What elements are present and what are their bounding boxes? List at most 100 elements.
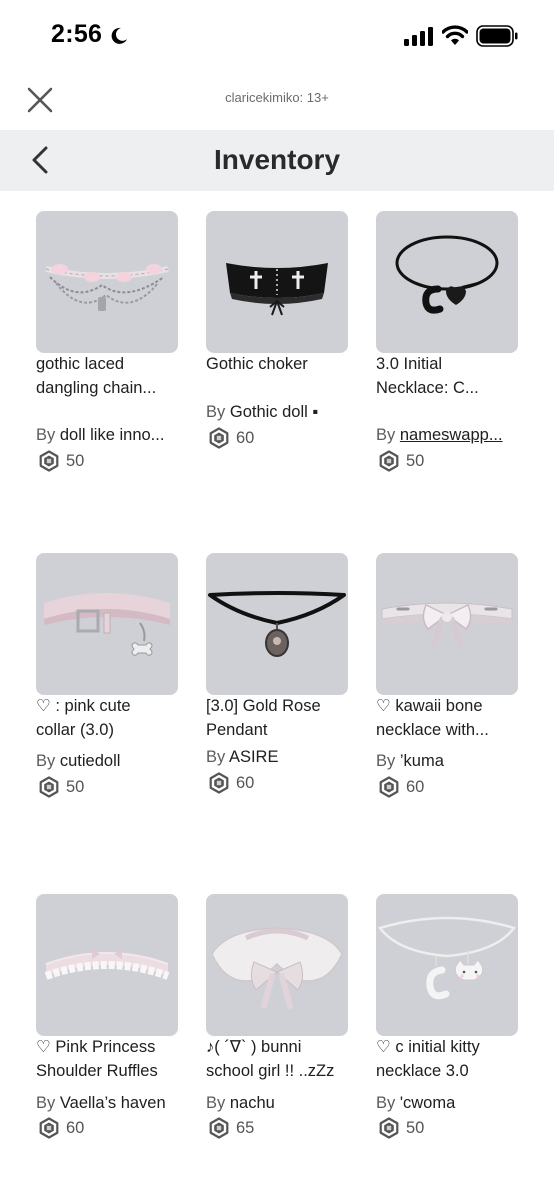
item-price: 60 — [208, 771, 254, 795]
item-name-line: [3.0] Gold Rose — [206, 697, 321, 715]
robux-icon — [209, 1117, 229, 1139]
creator-link[interactable]: Gothic doll ▪ — [230, 403, 318, 421]
status-time: 2:56 — [51, 20, 103, 48]
item-thumbnail[interactable] — [206, 894, 348, 1036]
item-name-line: gothic laced — [36, 355, 125, 373]
item-name-line: ♡ : pink cute — [36, 697, 131, 715]
by-label: By — [376, 426, 396, 444]
moon-icon — [111, 27, 127, 44]
robux-icon — [39, 450, 59, 472]
item-name: ♡ : pink cute collar (3.0) — [36, 694, 206, 742]
price-value: 60 — [66, 1118, 85, 1137]
by-label: By — [376, 752, 396, 770]
gothic-choker-image — [226, 263, 328, 316]
item-name-line: Shoulder Ruffles — [36, 1062, 158, 1080]
top-bar: claricekimiko: 13+ — [0, 70, 554, 130]
robux-icon — [379, 450, 399, 472]
pink-collar-image — [44, 593, 170, 656]
price-value: 50 — [406, 451, 425, 470]
item-name: ♡ kawaii bone necklace with... — [376, 694, 546, 742]
creator-link[interactable]: cutiedoll — [60, 752, 121, 770]
item-name-line: ♪( ´∇` ) bunni — [206, 1038, 302, 1056]
creator-link[interactable]: nachu — [230, 1094, 275, 1112]
by-label: By — [206, 748, 226, 766]
item-creator: By ’kuma — [376, 750, 444, 772]
item-name-line: Necklace: C... — [376, 379, 479, 397]
kitty-necklace-image — [377, 916, 517, 1000]
item-name: ♪( ´∇` ) bunni school girl !! ..zZz — [206, 1035, 376, 1083]
item-name: ♡ c initial kitty necklace 3.0 — [376, 1035, 546, 1083]
account-label: claricekimiko: 13+ — [225, 90, 329, 105]
item-name-line: ♡ c initial kitty — [376, 1038, 480, 1056]
chain-choker-image — [45, 264, 169, 311]
item-thumbnail[interactable] — [36, 553, 178, 695]
item-name-line: Gothic choker — [206, 355, 308, 373]
creator-link[interactable]: doll like inno... — [60, 426, 165, 444]
by-label: By — [206, 1094, 226, 1112]
price-value: 60 — [406, 777, 425, 796]
item-price: 50 — [38, 775, 84, 799]
item-name-line: dangling chain... — [36, 379, 157, 397]
item-price: 65 — [208, 1116, 254, 1140]
item-creator: By ASIRE — [206, 746, 278, 768]
item-name: Gothic choker — [206, 352, 376, 376]
creator-link[interactable]: Vaella’s haven — [60, 1094, 166, 1112]
price-value: 50 — [406, 1118, 425, 1137]
item-name: 3.0 Initial Necklace: C... — [376, 352, 546, 400]
price-value: 60 — [236, 428, 255, 447]
status-bar: 2:56 — [0, 0, 554, 70]
item-price: 60 — [378, 775, 424, 799]
signal-icon — [404, 27, 433, 46]
item-creator: By Gothic doll ▪ — [206, 401, 318, 423]
item-thumbnail[interactable] — [206, 211, 348, 353]
item-name-line: collar (3.0) — [36, 721, 114, 739]
by-label: By — [36, 1094, 56, 1112]
wifi-icon — [442, 25, 468, 45]
by-label: By — [36, 426, 56, 444]
creator-link[interactable]: ’kuma — [400, 752, 444, 770]
by-label: By — [376, 1094, 396, 1112]
item-price: 50 — [378, 449, 424, 473]
page-title: Inventory — [213, 144, 341, 175]
item-price: 60 — [38, 1116, 84, 1140]
bone-necklace-image — [381, 602, 513, 648]
robux-icon — [39, 776, 59, 798]
item-thumbnail[interactable] — [376, 211, 518, 353]
item-creator: By nachu — [206, 1092, 275, 1114]
price-value: 60 — [236, 773, 255, 792]
item-thumbnail[interactable] — [36, 211, 178, 353]
item-thumbnail[interactable] — [376, 894, 518, 1036]
item-name-line: ♡ kawaii bone — [376, 697, 483, 715]
battery-icon — [476, 25, 518, 47]
robux-icon — [379, 1117, 399, 1139]
nav-bar: Inventory — [0, 130, 554, 191]
shoulder-ruffles-image — [44, 949, 170, 980]
robux-icon — [379, 776, 399, 798]
price-value: 50 — [66, 451, 85, 470]
creator-link[interactable]: 'cwoma — [400, 1094, 455, 1112]
item-name-line: Pendant — [206, 721, 268, 739]
item-name: ♡ Pink Princess Shoulder Ruffles — [36, 1035, 206, 1083]
item-creator: By Vaella’s haven — [36, 1092, 166, 1114]
item-name-line: 3.0 Initial — [376, 355, 443, 373]
price-value: 65 — [236, 1118, 255, 1137]
item-thumbnail[interactable] — [376, 553, 518, 695]
item-thumbnail[interactable] — [36, 894, 178, 1036]
robux-icon — [39, 1117, 59, 1139]
creator-link[interactable]: nameswapp... — [400, 426, 503, 444]
item-price: 50 — [38, 449, 84, 473]
item-price: 60 — [208, 426, 254, 450]
item-creator: By doll like inno... — [36, 424, 164, 446]
item-creator: By nameswapp... — [376, 424, 503, 446]
initial-necklace-image — [395, 235, 499, 314]
robux-icon — [209, 772, 229, 794]
item-creator: By cutiedoll — [36, 750, 120, 772]
item-thumbnail[interactable] — [206, 553, 348, 695]
school-collar-image — [211, 927, 343, 1009]
item-name-line: school girl !! ..zZz — [206, 1062, 335, 1080]
by-label: By — [206, 403, 226, 421]
price-value: 50 — [66, 777, 85, 796]
item-name-line: ♡ Pink Princess — [36, 1038, 156, 1056]
creator-link[interactable]: ASIRE — [229, 748, 279, 766]
item-name: [3.0] Gold Rose Pendant — [206, 694, 376, 742]
